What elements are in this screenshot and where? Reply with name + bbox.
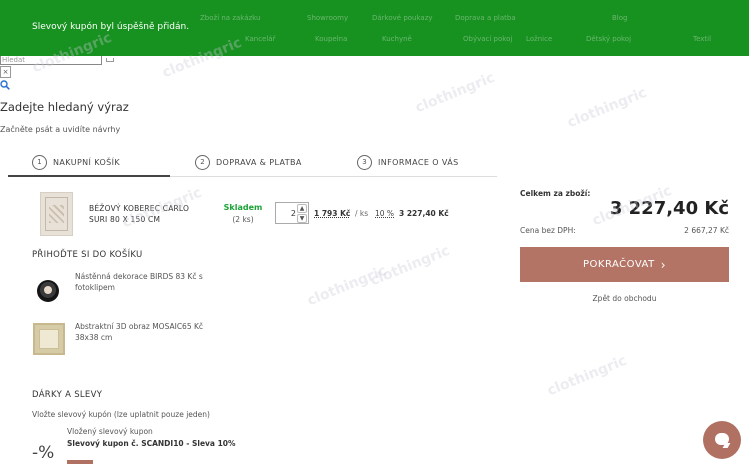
chat-button[interactable] [703, 421, 741, 459]
search-submit-button[interactable] [106, 58, 114, 62]
nav-link-ghost[interactable]: Textil [693, 35, 711, 43]
coupon-name: Slevový kupon č. SCANDI10 - Sleva 10% [67, 439, 236, 448]
nav-link-ghost[interactable]: Zboží na zakázku [200, 14, 260, 22]
continue-label: POKRAČOVAT [582, 259, 655, 270]
price-without-vat-label: Cena bez DPH: [520, 226, 576, 235]
price-without-vat: 2 667,27 Kč [684, 226, 729, 235]
addon-thumbnail[interactable] [33, 323, 65, 355]
nav-link-ghost[interactable]: Dárkové poukazy [372, 14, 433, 22]
search-hint: Začněte psát a uvidíte návrhy [0, 125, 121, 134]
nav-link-ghost[interactable]: Kancelář [245, 35, 275, 43]
back-to-shop-link[interactable]: Zpět do obchodu [520, 294, 729, 303]
step-cart[interactable]: 1 NAKUPNÍ KOŠÍK [32, 148, 120, 176]
product-name[interactable]: BÉŽOVÝ KOBEREC CARLO SURI 80 X 150 CM [89, 203, 209, 225]
success-toast: Slevový kupón byl úspěšně přidán. Zboží … [0, 0, 749, 56]
product-thumbnail[interactable] [40, 192, 73, 236]
nav-link-ghost[interactable]: Doprava a platba [455, 14, 516, 22]
stock-status: Skladem (2 ks) [222, 203, 264, 224]
watermark: clothingric [368, 242, 453, 290]
coupon-label: Vložený slevový kupon [67, 427, 153, 436]
chevron-right-icon: › [660, 257, 667, 272]
stock-label: Skladem [223, 203, 263, 212]
addons-heading: PŘIHOĎTE SI DO KOŠÍKU [32, 250, 143, 260]
active-step-indicator [8, 175, 170, 177]
step-number: 2 [195, 154, 210, 170]
close-search-button[interactable]: × [0, 66, 11, 78]
spinner-down-icon[interactable]: ▼ [297, 214, 307, 223]
spinner-up-icon[interactable]: ▲ [297, 204, 307, 213]
step-info[interactable]: 3 INFORMACE O VÁS [357, 148, 459, 176]
step-number: 1 [32, 154, 47, 170]
nav-link-ghost[interactable]: Obývací pokoj [463, 35, 512, 43]
nav-link-ghost[interactable]: Dětský pokoj [586, 35, 631, 43]
addon-item[interactable]: Nástěnná dekorace BIRDS 83 Kč s fotoklip… [75, 271, 225, 293]
per-unit-label: / ks [355, 209, 369, 218]
step-shipping[interactable]: 2 DOPRAVA & PLATBA [195, 148, 302, 176]
watermark: clothingric [413, 69, 498, 117]
quantity-value[interactable]: 2 [278, 209, 296, 218]
step-label: INFORMACE O VÁS [378, 157, 459, 167]
nav-link-ghost[interactable]: Kuchyně [382, 35, 412, 43]
nav-link-ghost[interactable]: Showroomy [307, 14, 348, 22]
line-total: 3 227,40 Kč [399, 209, 449, 218]
watermark: clothingric [545, 352, 630, 400]
step-number: 3 [357, 154, 372, 170]
search-input[interactable]: Hledat [0, 56, 102, 65]
search-icon[interactable] [0, 80, 10, 90]
addon-item[interactable]: Abstraktní 3D obraz MOSAIC65 Kč 38x38 cm [75, 321, 225, 343]
continue-button[interactable]: POKRAČOVAT › [520, 247, 729, 282]
watermark: clothingric [305, 262, 390, 310]
chat-icon [715, 433, 729, 445]
search-heading: Zadejte hledaný výraz [0, 100, 129, 114]
nav-link-ghost[interactable]: Ložnice [526, 35, 552, 43]
addon-thumbnail[interactable] [37, 280, 59, 302]
quantity-stepper[interactable]: 2 ▲ ▼ [275, 202, 309, 224]
percent-icon: -% [32, 443, 55, 463]
watermark: clothingric [565, 84, 650, 132]
unit-price: 1 793 Kč [314, 209, 351, 218]
total-label: Celkem za zboží: [520, 189, 591, 198]
total-price: 3 227,40 Kč [609, 198, 729, 219]
gifts-heading: DÁRKY A SLEVY [32, 390, 103, 400]
nav-link-ghost[interactable]: Blog [612, 14, 627, 22]
checkout-steps: 1 NAKUPNÍ KOŠÍK 2 DOPRAVA & PLATBA 3 INF… [8, 148, 497, 178]
toast-message: Slevový kupón byl úspěšně přidán. [32, 22, 190, 32]
vat-rate: 10 % [375, 209, 395, 218]
nav-link-ghost[interactable]: Koupelna [315, 35, 347, 43]
remove-coupon-button[interactable] [67, 460, 93, 464]
step-label: NAKUPNÍ KOŠÍK [53, 157, 121, 167]
step-label: DOPRAVA & PLATBA [216, 157, 302, 167]
stock-count: (2 ks) [232, 215, 254, 224]
gifts-hint: Vložte slevový kupón (lze uplatnit pouze… [32, 410, 210, 419]
